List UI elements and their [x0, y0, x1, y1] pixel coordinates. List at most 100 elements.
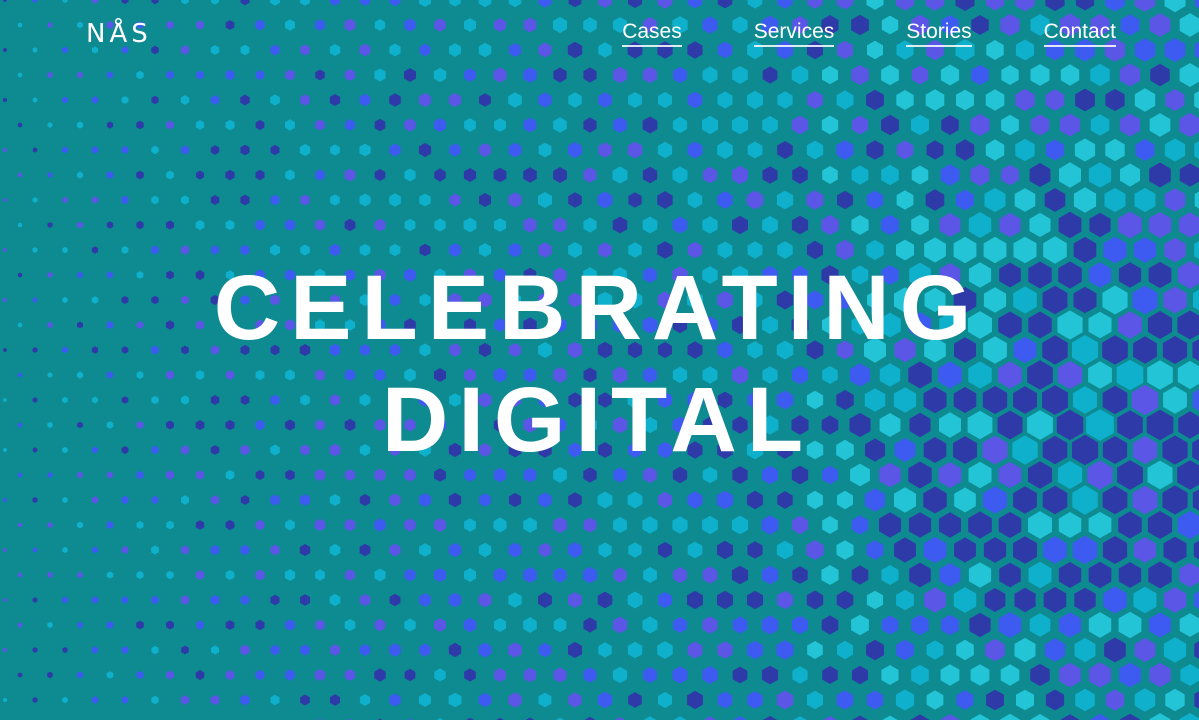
hexagon-decoration [1179, 212, 1199, 238]
hexagon-decoration [747, 0, 763, 9]
hexagon-decoration [866, 540, 884, 560]
hexagon-decoration [255, 19, 265, 31]
hexagon-decoration [1149, 713, 1171, 720]
hexagon-decoration [628, 542, 642, 558]
hexagon-decoration [628, 92, 642, 108]
hexagon-decoration [493, 167, 507, 183]
hexagon-decoration [523, 617, 537, 633]
hexagon-decoration [47, 571, 53, 579]
hexagon-decoration [1028, 511, 1052, 539]
hexagon-decoration [702, 66, 718, 84]
hexagon-decoration [925, 89, 945, 111]
hexagon-decoration [1001, 114, 1019, 136]
hexagon-decoration [151, 0, 159, 5]
hexagon-decoration [359, 694, 371, 706]
hexagon-decoration [136, 120, 144, 130]
hexagon-decoration [553, 67, 567, 83]
hexagon-decoration [881, 615, 899, 635]
hexagon-decoration [106, 171, 114, 179]
hexagon-decoration [404, 118, 416, 132]
hexagon-decoration [583, 617, 597, 633]
hexagon-decoration [1134, 38, 1156, 62]
hexagon-decoration [1029, 163, 1051, 187]
hexagon-decoration [404, 68, 416, 82]
hexagon-decoration [1133, 586, 1157, 614]
hexagon-decoration [673, 617, 687, 633]
hexagon-decoration [359, 593, 371, 607]
nav-link-contact[interactable]: Contact [1043, 20, 1116, 47]
hexagon-decoration [553, 567, 567, 583]
hexagon-decoration [136, 670, 144, 680]
hexagon-decoration [657, 191, 673, 209]
brand-logo[interactable]: NÅS [86, 18, 152, 50]
hexagon-decoration [344, 218, 356, 232]
hexagon-decoration [597, 191, 613, 209]
hexagon-decoration [434, 168, 446, 182]
hexagon-decoration [597, 591, 613, 609]
hexagon-decoration [941, 614, 959, 636]
hexagon-decoration [62, 596, 68, 604]
hexagon-decoration [478, 542, 492, 558]
hexagon-decoration [62, 0, 68, 3]
hexagon-decoration [181, 145, 189, 155]
hexagon-decoration [434, 18, 446, 32]
hexagon-decoration [568, 0, 582, 8]
hexagon-decoration [225, 69, 235, 81]
hexagon-decoration [791, 115, 809, 135]
hexagon-decoration [954, 537, 976, 563]
nav-link-cases[interactable]: Cases [622, 20, 682, 47]
hexagon-decoration [32, 197, 38, 203]
hexagon-decoration [1120, 113, 1140, 137]
hexagon-decoration [1104, 637, 1126, 663]
hexagon-decoration [613, 117, 627, 133]
hexagon-decoration [1150, 63, 1170, 87]
hexagon-decoration [747, 141, 763, 159]
hexagon-decoration [285, 619, 295, 631]
hexagon-decoration [210, 145, 220, 155]
hexagon-decoration [761, 615, 779, 635]
hexagon-decoration [702, 616, 718, 634]
hexagon-decoration [598, 92, 612, 108]
hexagon-decoration [672, 116, 688, 134]
hexagon-decoration [970, 664, 990, 686]
hexagon-decoration [181, 645, 189, 655]
hexagon-decoration [911, 614, 929, 636]
hexagon-decoration [538, 142, 552, 158]
hexagon-decoration [1000, 713, 1020, 720]
hexagon-decoration [1000, 664, 1020, 686]
hexagon-decoration [210, 544, 220, 556]
hexagon-decoration [894, 487, 916, 513]
hexagon-decoration [315, 19, 325, 31]
hexagon-decoration [359, 143, 371, 157]
hexagon-decoration [3, 647, 7, 653]
hexagon-decoration [62, 196, 68, 204]
hexagon-decoration [3, 497, 7, 503]
hexagon-decoration [508, 142, 522, 158]
hexagon-decoration [837, 190, 853, 210]
hexagon-decoration [627, 591, 643, 609]
hexagon-decoration [746, 190, 764, 210]
hexagon-decoration [523, 167, 537, 183]
hexagon-decoration [806, 190, 824, 210]
hexagon-decoration [851, 165, 869, 185]
hexagon-decoration [17, 622, 23, 628]
hexagon-decoration [717, 691, 733, 709]
hexagon-decoration [47, 522, 53, 528]
nav-link-services[interactable]: Services [753, 20, 835, 47]
hexagon-decoration [716, 490, 734, 510]
hexagon-decoration [939, 512, 961, 538]
hexagon-decoration [419, 193, 431, 207]
hexagon-decoration [851, 215, 869, 235]
hexagon-decoration [1193, 540, 1199, 560]
hexagon-decoration [523, 67, 537, 83]
hexagon-decoration [374, 118, 386, 132]
hexagon-decoration [91, 596, 99, 604]
hexagon-decoration [836, 140, 854, 160]
hexagon-decoration [196, 620, 204, 630]
hexagon-decoration [747, 490, 763, 510]
hexagon-decoration [1015, 88, 1035, 112]
nav-link-stories[interactable]: Stories [906, 20, 972, 47]
hexagon-decoration [47, 621, 53, 629]
hexagon-decoration [314, 669, 326, 681]
hexagon-decoration [1013, 486, 1037, 514]
